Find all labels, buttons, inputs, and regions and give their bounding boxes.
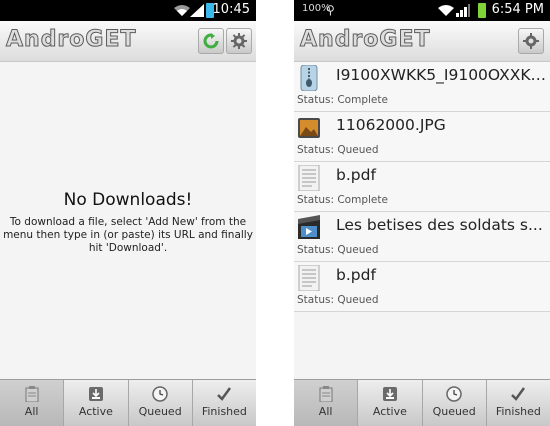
checkmark-icon <box>511 387 526 401</box>
download-name: Les betises des soldats s... <box>336 216 543 234</box>
tab-finished[interactable]: Finished <box>192 380 256 426</box>
battery-icon <box>478 3 486 18</box>
phone-screen-right: 100% ⚲ 6:54 PM AndroGET I9100XWKK5_I9100… <box>294 0 550 426</box>
downloads-list: I9100XWKK5_I9100OXXKJ... Status: Complet… <box>294 62 550 312</box>
empty-state: No Downloads! To download a file, select… <box>0 190 256 255</box>
status-time: 10:45 <box>212 2 250 17</box>
gear-icon <box>231 33 247 49</box>
tab-label: Finished <box>201 405 247 418</box>
tab-label: All <box>318 405 333 418</box>
list-item[interactable]: I9100XWKK5_I9100OXXKJ... Status: Complet… <box>294 62 550 112</box>
list-item[interactable]: b.pdf Status: Complete <box>294 162 550 212</box>
refresh-icon <box>203 33 219 49</box>
tab-all[interactable]: All <box>0 380 65 426</box>
download-name: I9100XWKK5_I9100OXXKJ... <box>336 66 548 84</box>
status-time: 6:54 PM <box>491 2 544 17</box>
empty-state-message: To download a file, select 'Add New' fro… <box>3 216 253 254</box>
signal-icon <box>190 4 204 17</box>
document-file-icon <box>298 165 320 191</box>
status-bar: 10:45 <box>0 0 256 21</box>
signal-icon <box>456 4 470 17</box>
clock-icon <box>152 386 168 402</box>
tab-queued[interactable]: Queued <box>422 380 487 426</box>
tab-label: Active <box>372 405 407 418</box>
download-status: Status: Queued <box>297 294 379 306</box>
settings-button[interactable] <box>226 28 252 54</box>
tab-label: Queued <box>138 405 182 418</box>
download-name: 11062000.JPG <box>336 116 446 134</box>
tab-queued[interactable]: Queued <box>128 380 193 426</box>
tab-label: Queued <box>432 405 476 418</box>
usb-icon: ⚲ <box>326 3 335 17</box>
clipboard-icon <box>25 386 39 402</box>
download-box-icon <box>382 387 397 401</box>
video-file-icon <box>298 215 320 239</box>
list-item[interactable]: b.pdf Status: Queued <box>294 262 550 312</box>
wifi-icon <box>438 5 454 16</box>
app-logo: AndroGET <box>300 27 431 53</box>
app-bar: AndroGET <box>294 21 550 62</box>
download-box-icon <box>88 387 103 401</box>
gear-icon <box>523 33 539 49</box>
zip-file-icon <box>300 65 318 91</box>
image-file-icon <box>298 118 320 138</box>
clock-icon <box>446 386 462 402</box>
download-name: b.pdf <box>336 166 376 184</box>
status-bar: 100% ⚲ 6:54 PM <box>294 0 550 21</box>
app-bar: AndroGET <box>0 21 256 62</box>
tab-active[interactable]: Active <box>64 380 129 426</box>
tab-all[interactable]: All <box>294 380 359 426</box>
download-name: b.pdf <box>336 266 376 284</box>
wifi-icon <box>174 5 190 16</box>
tab-label: Finished <box>495 405 541 418</box>
download-status: Status: Complete <box>297 94 388 106</box>
download-status: Status: Queued <box>297 144 379 156</box>
clipboard-icon <box>319 386 333 402</box>
list-item[interactable]: 11062000.JPG Status: Queued <box>294 112 550 162</box>
download-status: Status: Complete <box>297 194 388 206</box>
tab-label: All <box>24 405 39 418</box>
tab-finished[interactable]: Finished <box>486 380 550 426</box>
settings-button[interactable] <box>518 28 544 54</box>
refresh-button[interactable] <box>198 28 224 54</box>
download-status: Status: Queued <box>297 244 379 256</box>
checkmark-icon <box>217 387 232 401</box>
tab-active[interactable]: Active <box>358 380 423 426</box>
tab-bar: All Active Queued Finished <box>0 379 256 426</box>
tab-label: Active <box>78 405 113 418</box>
document-file-icon <box>298 265 320 291</box>
empty-state-title: No Downloads! <box>63 190 193 210</box>
phone-screen-left: 10:45 AndroGET No Downloads! To download… <box>0 0 256 426</box>
list-item[interactable]: Les betises des soldats s... Status: Que… <box>294 212 550 262</box>
tab-bar: All Active Queued Finished <box>294 379 550 426</box>
app-logo: AndroGET <box>6 27 137 53</box>
